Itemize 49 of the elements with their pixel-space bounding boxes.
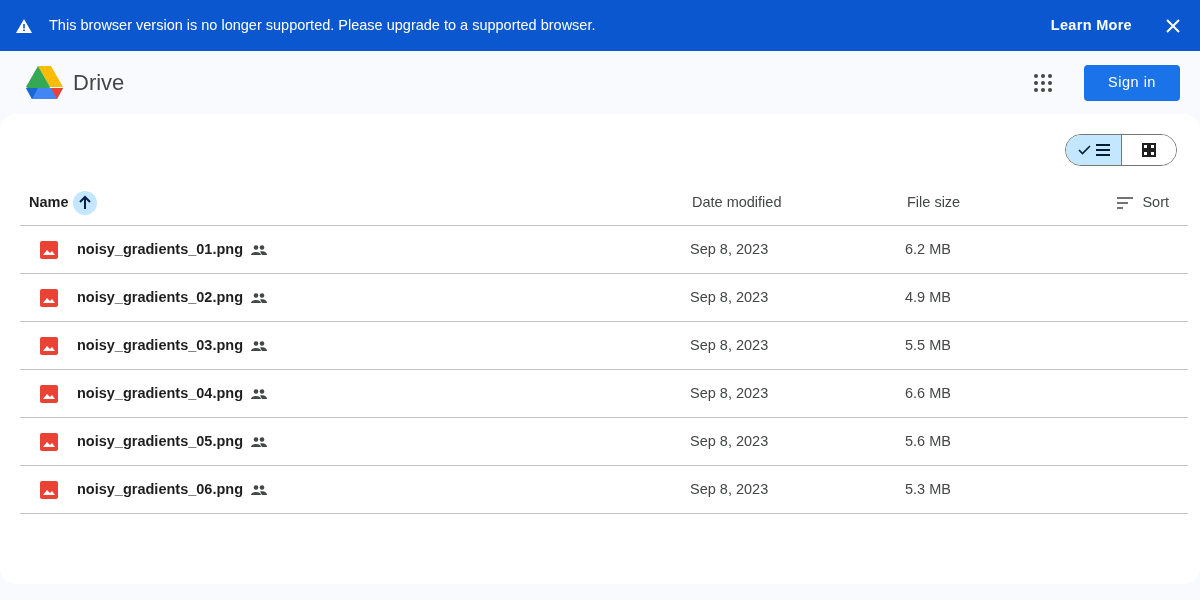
warning-icon [16,18,32,33]
file-row[interactable]: noisy_gradients_02.png Sep 8, 2023 4.9 MB [20,274,1188,322]
sign-in-button[interactable]: Sign in [1084,64,1180,101]
image-file-icon [40,240,58,259]
file-name: noisy_gradients_01.png [77,239,243,259]
banner-message: This browser version is no longer supported. Please upgrade to a supported browser. [49,15,596,35]
image-file-icon [40,480,58,499]
file-row[interactable]: noisy_gradients_06.png Sep 8, 2023 5.3 MB [20,466,1188,514]
file-row[interactable]: noisy_gradients_03.png Sep 8, 2023 5.5 MB [20,322,1188,370]
file-size: 5.5 MB [905,335,952,355]
sort-ascending-icon[interactable] [72,190,97,215]
check-icon [1077,145,1091,155]
learn-more-link[interactable]: Learn More [1050,14,1132,37]
grid-view-toggle[interactable] [1121,135,1176,165]
file-name: noisy_gradients_05.png [77,431,243,451]
column-header[interactable]: Date modified [692,191,782,214]
sort-button[interactable]: Sort [1117,191,1188,214]
image-file-icon [40,336,58,355]
file-row[interactable]: noisy_gradients_01.png Sep 8, 2023 6.2 MB [20,226,1188,274]
list-view-toggle[interactable] [1066,135,1121,165]
date-modified: Sep 8, 2023 [690,239,770,259]
image-file-icon [40,288,58,307]
apps-grid-icon[interactable] [1034,73,1052,92]
file-name: noisy_gradients_02.png [77,287,243,307]
column-header[interactable]: File size [907,191,961,214]
file-name: noisy_gradients_03.png [77,335,243,355]
sort-lines-icon [1117,196,1134,209]
drive-logo-icon [26,66,63,99]
list-icon [1095,144,1110,156]
file-row[interactable]: noisy_gradients_04.png Sep 8, 2023 6.6 MB [20,370,1188,418]
file-size: 6.2 MB [905,239,952,259]
column-header[interactable]: Name [29,191,69,214]
date-modified: Sep 8, 2023 [690,383,770,403]
image-file-icon [40,384,58,403]
close-icon[interactable] [1166,18,1180,33]
image-file-icon [40,432,58,451]
date-modified: Sep 8, 2023 [690,479,770,499]
app-name: Drive [73,69,125,97]
date-modified: Sep 8, 2023 [690,431,770,451]
file-name: noisy_gradients_04.png [77,383,243,403]
file-size: 5.6 MB [905,431,952,451]
file-row[interactable]: noisy_gradients_05.png Sep 8, 2023 5.6 MB [20,418,1188,466]
file-size: 4.9 MB [905,287,952,307]
date-modified: Sep 8, 2023 [690,287,770,307]
file-size: 6.6 MB [905,383,952,403]
date-modified: Sep 8, 2023 [690,335,770,355]
file-size: 5.3 MB [905,479,952,499]
grid-icon [1142,143,1156,157]
file-name: noisy_gradients_06.png [77,479,243,499]
